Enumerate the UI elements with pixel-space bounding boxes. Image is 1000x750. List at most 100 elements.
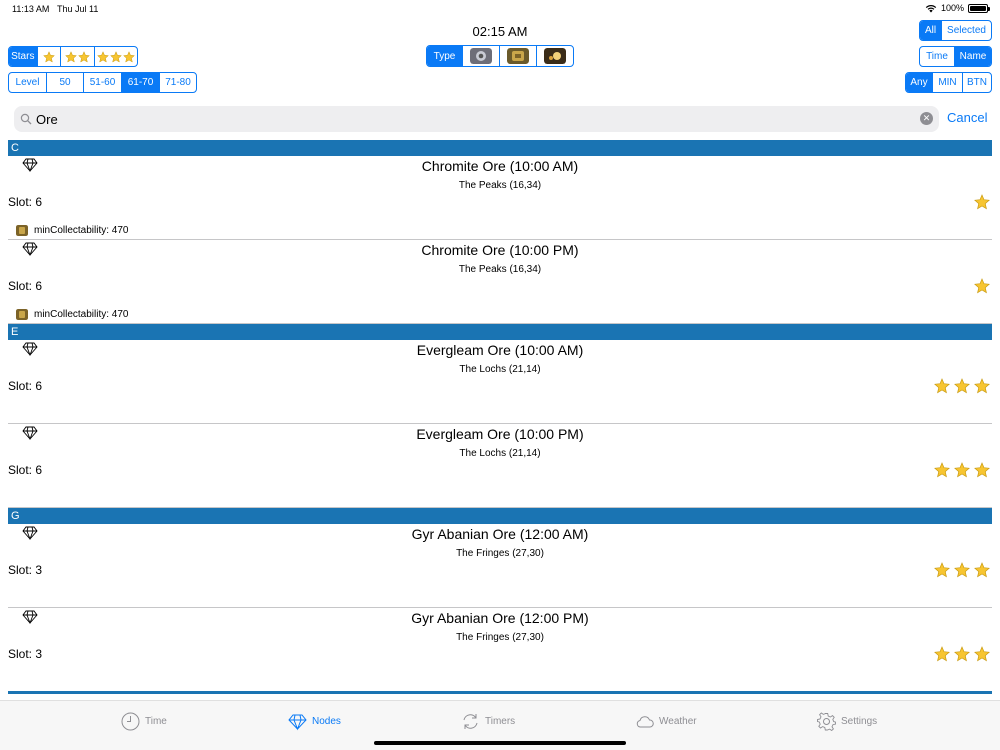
type-option-botany[interactable] <box>537 46 573 66</box>
cancel-button[interactable]: Cancel <box>947 110 987 125</box>
list-item[interactable]: Chromite Ore (10:00 AM) The Peaks (16,34… <box>8 156 992 240</box>
cloud-icon <box>636 716 654 728</box>
node-location: The Peaks (16,34) <box>458 264 542 275</box>
star-icon <box>64 50 77 63</box>
node-slot: Slot: 6 <box>8 463 43 477</box>
tab-label: Nodes <box>312 716 341 727</box>
type-option-mining[interactable] <box>463 46 500 66</box>
botany-icon <box>544 48 566 64</box>
quarrying-icon <box>16 225 28 236</box>
list-item[interactable]: Chromite Ore (10:00 PM) The Peaks (16,34… <box>8 240 992 324</box>
level-option-50[interactable]: 50 <box>47 73 84 92</box>
star-icon <box>974 646 990 662</box>
status-bar: 11:13 AM Thu Jul 11 100% <box>0 0 1000 18</box>
node-location: The Peaks (16,34) <box>458 180 542 191</box>
type-filter-label[interactable]: Type <box>427 46 463 66</box>
node-extra: minCollectability: 470 <box>16 225 129 236</box>
star-icon <box>934 562 950 578</box>
list-item[interactable]: Gyr Abanian Ore (12:00 AM) The Fringes (… <box>8 524 992 608</box>
sort-option-name[interactable]: Name <box>955 47 991 66</box>
tab-weather[interactable]: Weather <box>635 712 697 731</box>
node-stars <box>934 378 990 394</box>
level-filter-label[interactable]: Level <box>9 73 47 92</box>
stars-option-2[interactable] <box>61 47 95 66</box>
section-header: G <box>8 508 992 524</box>
section-header: C <box>8 140 992 156</box>
job-option-btn[interactable]: BTN <box>963 73 991 92</box>
star-icon <box>934 462 950 478</box>
tab-nodes[interactable]: Nodes <box>288 712 341 731</box>
node-slot: Slot: 3 <box>8 647 43 661</box>
level-filter: Level 50 51-60 61-70 71-80 <box>8 72 197 93</box>
node-name: Chromite Ore (10:00 AM) <box>421 158 579 174</box>
node-stars <box>974 194 990 210</box>
min-collectability: minCollectability: 470 <box>34 309 129 320</box>
sort-option-time[interactable]: Time <box>920 47 955 66</box>
clock-icon <box>121 712 140 731</box>
gear-icon <box>817 712 836 731</box>
list-item[interactable]: Gyr Abanian Ore (12:00 PM) The Fringes (… <box>8 608 992 692</box>
star-icon <box>954 462 970 478</box>
node-location: The Fringes (27,30) <box>456 632 544 643</box>
list-item[interactable]: Evergleam Ore (10:00 AM) The Lochs (21,1… <box>8 340 992 424</box>
node-location: The Lochs (21,14) <box>459 448 541 459</box>
level-option-51-60[interactable]: 51-60 <box>84 73 122 92</box>
sort-filter: Time Name <box>919 46 992 67</box>
node-name: Gyr Abanian Ore (12:00 PM) <box>411 610 589 626</box>
node-stars <box>934 562 990 578</box>
clear-icon[interactable]: ✕ <box>920 112 933 125</box>
scope-option-all[interactable]: All <box>920 21 942 40</box>
refresh-icon <box>463 714 478 729</box>
node-slot: Slot: 6 <box>8 195 43 209</box>
type-option-quarrying[interactable] <box>500 46 537 66</box>
scope-option-selected[interactable]: Selected <box>942 21 991 40</box>
diamond-icon <box>288 714 307 731</box>
node-name: Chromite Ore (10:00 PM) <box>421 242 579 258</box>
home-indicator[interactable] <box>374 741 626 745</box>
star-icon <box>974 278 990 294</box>
star-icon <box>954 378 970 394</box>
node-slot: Slot: 6 <box>8 379 43 393</box>
node-stars <box>934 646 990 662</box>
node-list: C Chromite Ore (10:00 AM) The Peaks (16,… <box>8 140 992 695</box>
node-location: The Fringes (27,30) <box>456 548 544 559</box>
wifi-icon <box>925 4 937 12</box>
star-icon <box>77 50 90 63</box>
node-location: The Lochs (21,14) <box>459 364 541 375</box>
battery-percent: 100% <box>940 3 964 13</box>
job-option-any[interactable]: Any <box>906 73 933 92</box>
star-icon <box>934 646 950 662</box>
star-icon <box>934 378 950 394</box>
level-option-71-80[interactable]: 71-80 <box>160 73 196 92</box>
star-icon <box>954 562 970 578</box>
mining-icon <box>470 48 492 64</box>
tab-settings[interactable]: Settings <box>817 712 877 731</box>
level-option-61-70[interactable]: 61-70 <box>122 73 160 92</box>
tab-timers[interactable]: Timers <box>461 712 515 731</box>
stars-option-1[interactable] <box>38 47 62 66</box>
node-stars <box>974 278 990 294</box>
star-icon <box>974 562 990 578</box>
stars-filter: Stars <box>8 46 138 67</box>
type-filter: Type <box>426 45 574 67</box>
eorzea-clock: 02:15 AM <box>472 24 528 39</box>
status-time: 11:13 AM <box>12 4 50 14</box>
star-icon <box>42 50 55 63</box>
node-extra: minCollectability: 470 <box>16 309 129 320</box>
node-name: Evergleam Ore (10:00 PM) <box>416 426 584 442</box>
node-slot: Slot: 6 <box>8 279 43 293</box>
tab-time[interactable]: Time <box>121 712 167 731</box>
section-header: E <box>8 324 992 340</box>
job-option-min[interactable]: MIN <box>933 73 963 92</box>
node-slot: Slot: 3 <box>8 563 43 577</box>
star-icon <box>109 50 122 63</box>
tab-label: Timers <box>485 716 516 727</box>
job-filter: Any MIN BTN <box>905 72 992 93</box>
quarrying-icon <box>16 309 28 320</box>
stars-filter-label[interactable]: Stars <box>9 47 38 66</box>
star-icon <box>96 50 109 63</box>
search-input[interactable] <box>36 110 886 128</box>
list-item[interactable]: Evergleam Ore (10:00 PM) The Lochs (21,1… <box>8 424 992 508</box>
tab-label: Settings <box>841 716 878 727</box>
stars-option-3[interactable] <box>95 47 137 66</box>
